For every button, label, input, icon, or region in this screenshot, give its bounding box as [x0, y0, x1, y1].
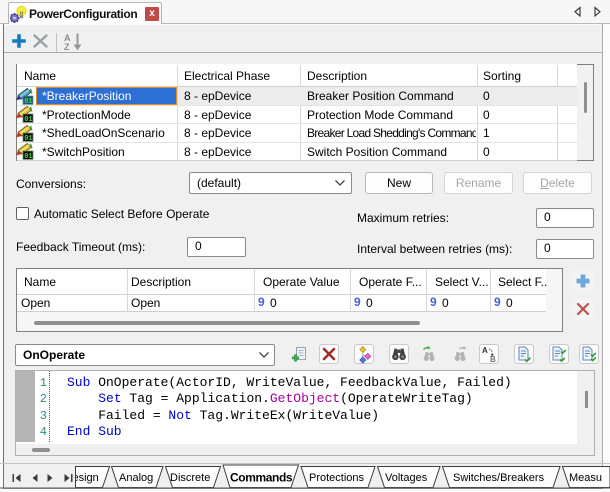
svg-text:Protections: Protections	[309, 472, 365, 484]
svg-text:Measu: Measu	[569, 472, 602, 484]
svg-text:Voltages: Voltages	[385, 472, 428, 484]
svg-text:Commands: Commands	[230, 471, 293, 485]
svg-text:Z: Z	[64, 42, 70, 52]
svg-text:Switches/Breakers: Switches/Breakers	[453, 472, 545, 484]
svg-text:A: A	[482, 346, 488, 355]
svg-text:Discrete: Discrete	[170, 472, 210, 484]
svg-text:Analog: Analog	[119, 472, 153, 484]
svg-text:esign: esign	[73, 472, 99, 484]
svg-text:B: B	[490, 355, 496, 364]
